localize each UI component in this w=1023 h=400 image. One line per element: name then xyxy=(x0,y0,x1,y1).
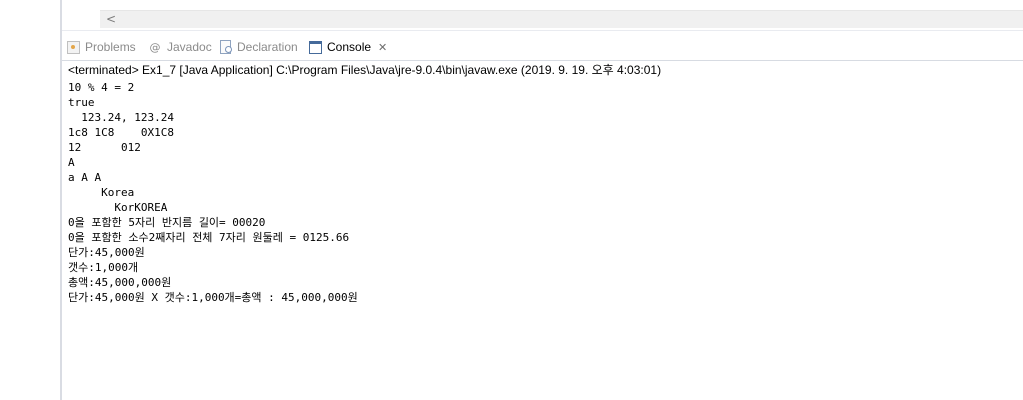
problems-icon xyxy=(66,40,80,54)
tab-console-label: Console xyxy=(327,40,372,54)
console-output[interactable]: 10 % 4 = 2 true 123.24, 123.24 1c8 1C8 0X1… xyxy=(68,80,358,305)
console-line: 1c8 1C8 0X1C8 xyxy=(68,126,174,139)
console-line: 단가:45,000원 X 갯수:1,000개=총액 : 45,000,000원 xyxy=(68,291,358,304)
console-line: 12 012 xyxy=(68,141,141,154)
console-icon xyxy=(308,40,322,54)
divider xyxy=(62,30,1023,31)
scroll-left-arrow-icon[interactable]: < xyxy=(104,11,118,28)
console-line: true xyxy=(68,96,95,109)
view-tab-bar: Problems @ Javadoc Declaration Console ✕ xyxy=(62,34,1023,60)
console-line: a A A xyxy=(68,171,102,184)
console-line: KorKOREA xyxy=(68,201,168,214)
left-gutter xyxy=(0,0,60,400)
tab-problems[interactable]: Problems xyxy=(66,36,136,58)
declaration-icon xyxy=(218,40,232,54)
tab-console[interactable]: Console ✕ xyxy=(308,36,388,58)
console-line: A xyxy=(68,156,75,169)
console-line: 123.24, 123.24 xyxy=(68,111,174,124)
horizontal-scrollbar[interactable]: < xyxy=(100,10,1023,28)
console-line: 0을 포함한 소수2째자리 전체 7자리 원둘레 = 0125.66 xyxy=(68,231,350,244)
tab-declaration-label: Declaration xyxy=(237,40,298,54)
close-icon[interactable]: ✕ xyxy=(378,41,387,54)
console-line: 갯수:1,000개 xyxy=(68,261,139,274)
console-status-header: <terminated> Ex1_7 [Java Application] C:… xyxy=(68,63,662,77)
console-line: 총액:45,000,000원 xyxy=(68,276,172,289)
console-line: Korea xyxy=(68,186,135,199)
tab-javadoc-label: Javadoc xyxy=(167,40,212,54)
tab-problems-label: Problems xyxy=(85,40,136,54)
tab-bar-divider xyxy=(62,60,1023,61)
at-icon: @ xyxy=(149,40,161,54)
console-line: 10 % 4 = 2 xyxy=(68,81,135,94)
tab-javadoc[interactable]: @ Javadoc xyxy=(148,36,212,58)
console-line: 0을 포함한 5자리 반지름 길이= 00020 xyxy=(68,216,266,229)
tab-declaration[interactable]: Declaration xyxy=(218,36,298,58)
console-line: 단가:45,000원 xyxy=(68,246,145,259)
